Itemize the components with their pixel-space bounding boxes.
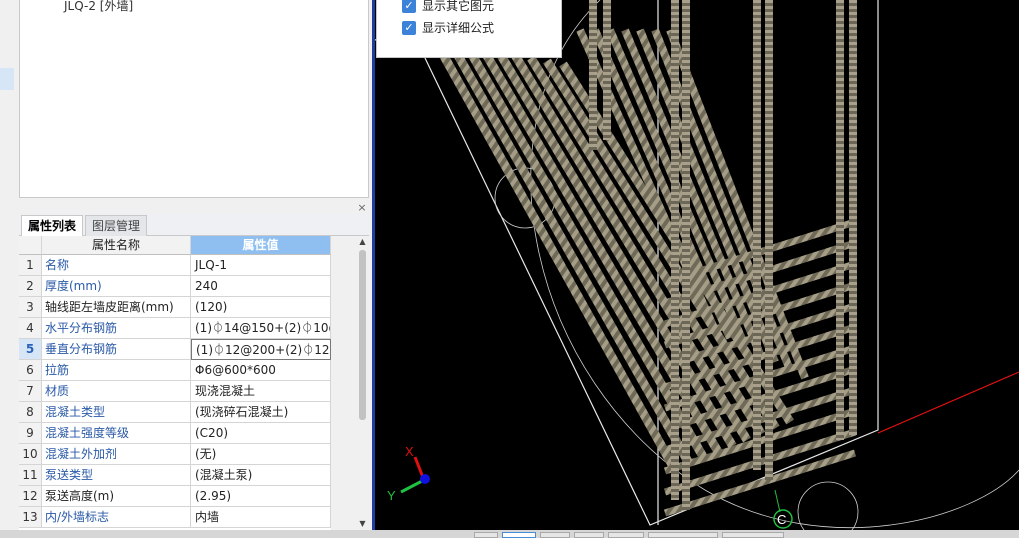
property-name: 混凝土类型 xyxy=(42,402,191,423)
column-header-name[interactable]: 属性名称 xyxy=(42,236,191,255)
property-name: 名称 xyxy=(42,255,191,276)
component-tree[interactable]: JLQ-2 [外墙] xyxy=(19,0,369,198)
checkbox-checked-icon[interactable]: ✓ xyxy=(402,0,416,13)
view-tool-button[interactable] xyxy=(574,532,604,538)
property-row[interactable]: 8 混凝土类型 (现浇碎石混凝土) xyxy=(19,402,331,423)
row-number[interactable]: 10 xyxy=(19,444,42,465)
view-tool-button-active[interactable] xyxy=(502,532,536,538)
axis-gizmo: X Y xyxy=(387,444,430,503)
property-value[interactable]: (无) xyxy=(191,444,331,465)
row-number[interactable]: 1 xyxy=(19,255,42,276)
tab-layer-management[interactable]: 图层管理 xyxy=(85,215,148,236)
property-name: 内/外墙标志 xyxy=(42,507,191,528)
app-window: JLQ-2 [外墙] × 属性列表 图层管理 属性名称 属性值 1 名称 JLQ-1… xyxy=(0,0,1019,538)
property-value[interactable]: Φ6@600*600 xyxy=(191,360,331,381)
property-value[interactable]: 240 xyxy=(191,276,331,297)
row-number[interactable]: 8 xyxy=(19,402,42,423)
checkbox-checked-icon[interactable]: ✓ xyxy=(402,21,416,35)
property-row[interactable]: 4 水平分布钢筋 (1)⏀14@150+(2)⏀10@ xyxy=(19,318,331,339)
grid-scrollbar[interactable]: ▲ ▼ xyxy=(356,236,369,530)
property-value-editor[interactable]: (1)⏀12@200+(2)⏀12@ xyxy=(191,339,331,360)
row-number[interactable]: 5 xyxy=(19,339,42,360)
rebar-3d-scene[interactable]: X Y C xyxy=(375,0,1019,530)
property-name: 厚度(mm) xyxy=(42,276,191,297)
property-row[interactable]: 6 拉筋 Φ6@600*600 xyxy=(19,360,331,381)
rotate-center-icon[interactable]: C xyxy=(773,489,793,529)
row-number[interactable]: 11 xyxy=(19,465,42,486)
y-axis-label: Y xyxy=(387,488,396,503)
property-value[interactable]: (现浇碎石混凝土) xyxy=(191,402,331,423)
row-number[interactable]: 6 xyxy=(19,360,42,381)
rotate-center-label: C xyxy=(777,512,786,527)
view-tool-button[interactable] xyxy=(608,532,644,538)
property-value[interactable]: 内墙 xyxy=(191,507,331,528)
close-icon[interactable]: × xyxy=(356,202,368,214)
view-tool-button[interactable] xyxy=(648,532,718,538)
row-number[interactable]: 3 xyxy=(19,297,42,318)
property-name: 泵送类型 xyxy=(42,465,191,486)
property-row[interactable]: 12 泵送高度(m) (2.95) xyxy=(19,486,331,507)
view-tool-button[interactable] xyxy=(540,532,570,538)
scroll-up-icon[interactable]: ▲ xyxy=(356,236,369,248)
property-name: 材质 xyxy=(42,381,191,402)
property-value[interactable]: JLQ-1 xyxy=(191,255,331,276)
property-value[interactable]: (混凝土泵) xyxy=(191,465,331,486)
property-name: 混凝土外加剂 xyxy=(42,444,191,465)
property-value[interactable]: (2.95) xyxy=(191,486,331,507)
property-grid: 属性名称 属性值 1 名称 JLQ-1 2 厚度(mm) 240 3 轴线距左墙皮距离(mm)… xyxy=(19,236,331,530)
view-tool-button[interactable] xyxy=(474,532,498,538)
property-name: 拉筋 xyxy=(42,360,191,381)
tree-selection-strip xyxy=(0,68,14,90)
row-number-header xyxy=(19,236,42,255)
row-number[interactable]: 7 xyxy=(19,381,42,402)
row-number[interactable]: 4 xyxy=(19,318,42,339)
tab-property-list[interactable]: 属性列表 xyxy=(21,215,84,237)
left-panel: JLQ-2 [外墙] × 属性列表 图层管理 属性名称 属性值 1 名称 JLQ-1… xyxy=(0,0,372,530)
property-row[interactable]: 13 内/外墙标志 内墙 xyxy=(19,507,331,528)
property-row[interactable]: 3 轴线距左墙皮距离(mm) (120) xyxy=(19,297,331,318)
property-value[interactable]: (120) xyxy=(191,297,331,318)
scroll-down-icon[interactable]: ▼ xyxy=(356,518,369,530)
x-axis-line xyxy=(877,371,1019,434)
scroll-thumb[interactable] xyxy=(359,250,366,420)
row-number[interactable]: 12 xyxy=(19,486,42,507)
property-row[interactable]: 5 垂直分布钢筋 (1)⏀12@200+(2)⏀12@ xyxy=(19,339,331,360)
property-name: 轴线距左墙皮距离(mm) xyxy=(42,297,191,318)
property-value[interactable]: (1)⏀14@150+(2)⏀10@ xyxy=(191,318,331,339)
column-header-value[interactable]: 属性值 xyxy=(191,236,331,255)
property-row[interactable]: 1 名称 JLQ-1 xyxy=(19,255,331,276)
property-name: 泵送高度(m) xyxy=(42,486,191,507)
row-number[interactable]: 13 xyxy=(19,507,42,528)
property-tabs: 属性列表 图层管理 xyxy=(19,214,369,237)
x-axis-label: X xyxy=(405,444,414,459)
view-tool-button[interactable] xyxy=(722,532,784,538)
3d-viewport[interactable]: X Y C xyxy=(375,0,1019,530)
property-row[interactable]: 10 混凝土外加剂 (无) xyxy=(19,444,331,465)
property-value[interactable]: 现浇混凝土 xyxy=(191,381,331,402)
property-row[interactable]: 2 厚度(mm) 240 xyxy=(19,276,331,297)
property-value[interactable]: (C20) xyxy=(191,423,331,444)
display-options-popup: ✓ 显示其它图元 ✓ 显示详细公式 xyxy=(376,0,562,58)
property-row[interactable]: 11 泵送类型 (混凝土泵) xyxy=(19,465,331,486)
tree-node-jlq-2[interactable]: JLQ-2 [外墙] xyxy=(64,0,133,14)
property-row[interactable]: 9 混凝土强度等级 (C20) xyxy=(19,423,331,444)
property-name: 垂直分布钢筋 xyxy=(42,339,191,360)
property-row[interactable]: 7 材质 现浇混凝土 xyxy=(19,381,331,402)
property-name: 水平分布钢筋 xyxy=(42,318,191,339)
property-name: 混凝土强度等级 xyxy=(42,423,191,444)
row-number[interactable]: 2 xyxy=(19,276,42,297)
row-number[interactable]: 9 xyxy=(19,423,42,444)
